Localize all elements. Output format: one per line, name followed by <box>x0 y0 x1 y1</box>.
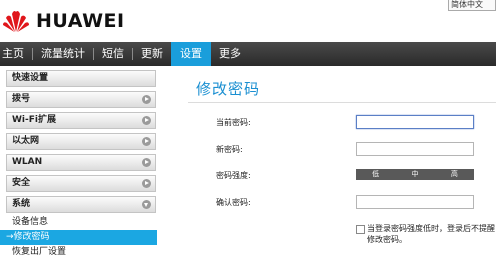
sidebar-item-label: Wi-Fi扩展 <box>12 115 56 125</box>
sidebar-item-wlan[interactable]: WLAN <box>6 154 156 171</box>
chevron-right-icon <box>142 116 151 125</box>
strength-low: 低 <box>372 170 380 178</box>
sidebar: 快速设置 拨号 Wi-Fi扩展 以太网 WLAN 安全 系统 设备信息 →修改密… <box>0 70 160 257</box>
sidebar-item-label: 拨号 <box>12 94 31 104</box>
new-password-field[interactable] <box>356 142 474 156</box>
huawei-logo-icon <box>3 10 29 32</box>
sidebar-item-label: 安全 <box>12 178 31 188</box>
nav-item-update[interactable]: 更新 <box>133 42 171 66</box>
sidebar-subitem-change-password[interactable]: →修改密码 <box>0 230 157 245</box>
sidebar-item-label: 快速设置 <box>12 73 49 83</box>
header: HUAWEI 简体中文 <box>0 0 496 42</box>
strength-medium: 中 <box>411 170 419 178</box>
sidebar-item-security[interactable]: 安全 <box>6 175 156 192</box>
no-reminder-note: 当登录密码强度低时，登录后不提醒修改密码。 <box>367 224 495 244</box>
sidebar-item-label: 系统 <box>12 199 31 209</box>
current-password-label: 当前密码: <box>216 118 251 127</box>
nav-item-sms[interactable]: 短信 <box>94 42 132 66</box>
sidebar-item-dialup[interactable]: 拨号 <box>6 91 156 108</box>
chevron-down-icon <box>142 200 151 209</box>
password-strength-meter: 低 中 高 <box>356 169 474 180</box>
sidebar-item-wifi-extender[interactable]: Wi-Fi扩展 <box>6 112 156 129</box>
chevron-right-icon <box>142 137 151 146</box>
sidebar-item-ethernet[interactable]: 以太网 <box>6 133 156 150</box>
top-nav: 主页 流量统计 短信 更新 设置 更多 <box>0 42 496 66</box>
confirm-password-field[interactable] <box>356 195 474 209</box>
sidebar-item-quick-setup[interactable]: 快速设置 <box>6 70 156 87</box>
nav-item-more[interactable]: 更多 <box>211 42 249 66</box>
current-password-field[interactable] <box>356 115 474 129</box>
nav-item-settings[interactable]: 设置 <box>171 42 211 66</box>
brand-name: HUAWEI <box>36 10 125 32</box>
chevron-right-icon <box>142 158 151 167</box>
sidebar-item-label: WLAN <box>12 157 43 167</box>
language-selector[interactable]: 简体中文 <box>448 0 496 11</box>
strength-high: 高 <box>450 170 458 178</box>
chevron-right-icon <box>142 179 151 188</box>
sidebar-subitem-device-info[interactable]: 设备信息 <box>0 215 157 230</box>
sidebar-item-label: 以太网 <box>12 136 40 146</box>
chevron-right-icon <box>142 95 151 104</box>
sidebar-subitem-factory-reset[interactable]: 恢复出厂设置 <box>0 245 157 257</box>
page-title: 修改密码 <box>196 80 261 98</box>
password-strength-label: 密码强度: <box>216 171 251 180</box>
confirm-password-label: 确认密码: <box>216 198 251 207</box>
title-divider <box>188 102 496 103</box>
new-password-label: 新密码: <box>216 145 243 154</box>
no-reminder-checkbox[interactable] <box>356 225 365 234</box>
nav-item-statistics[interactable]: 流量统计 <box>33 42 93 66</box>
nav-item-home[interactable]: 主页 <box>0 42 32 66</box>
sidebar-item-system[interactable]: 系统 <box>6 196 156 213</box>
